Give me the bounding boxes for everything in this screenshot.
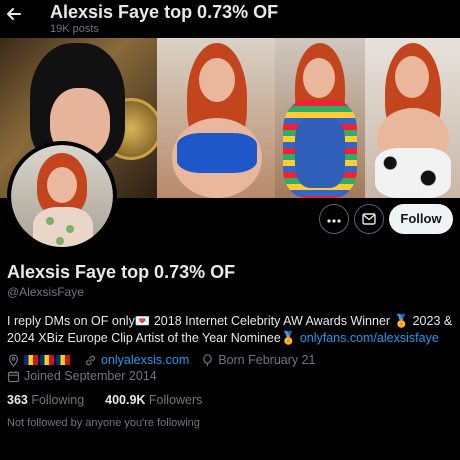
- calendar-icon: [7, 370, 20, 383]
- following-count: 363: [7, 393, 28, 407]
- followers-link[interactable]: 400.9K Followers: [105, 393, 202, 407]
- banner-photo-2: [157, 38, 275, 198]
- followers-label: Followers: [148, 393, 203, 407]
- followers-count: 400.9K: [105, 393, 146, 407]
- follow-stats: 363 Following 400.9K Followers: [7, 393, 202, 407]
- more-icon: [327, 210, 341, 227]
- link-icon: [84, 354, 97, 367]
- birthday-text: Born February 21: [218, 353, 316, 367]
- balloon-icon: [201, 353, 214, 367]
- location-pin-icon: [7, 353, 20, 367]
- joined-date: Joined September 2014: [24, 369, 157, 383]
- back-arrow-icon[interactable]: [2, 4, 26, 28]
- top-bar: Alexsis Faye top 0.73% OF 19K posts: [0, 0, 460, 38]
- location-flags: [24, 355, 72, 365]
- banner-photo-3: [275, 38, 365, 198]
- profile-avatar[interactable]: [7, 141, 117, 251]
- bio-onlyfans-link[interactable]: onlyfans.com/alexsisfaye: [300, 331, 439, 345]
- profile-display-name: Alexsis Faye top 0.73% OF: [7, 262, 236, 282]
- page-title: Alexsis Faye top 0.73% OF: [50, 2, 279, 22]
- profile-handle: @AlexsisFaye: [7, 285, 84, 299]
- following-label: Following: [31, 393, 85, 407]
- envelope-icon: [362, 210, 376, 227]
- website-link[interactable]: onlyalexsis.com: [101, 353, 189, 367]
- post-count: 19K posts: [50, 23, 99, 35]
- follow-button[interactable]: Follow: [389, 204, 453, 234]
- not-followed-notice: Not followed by anyone you're following: [7, 417, 200, 429]
- message-button[interactable]: [354, 204, 384, 234]
- banner-photo-4: [365, 38, 460, 198]
- profile-meta-row-2: Joined September 2014: [7, 369, 157, 383]
- profile-meta-row-1: onlyalexsis.com Born February 21: [7, 353, 316, 367]
- profile-bio: I reply DMs on OF only💌 2018 Internet Ce…: [7, 313, 455, 347]
- following-link[interactable]: 363 Following: [7, 393, 84, 407]
- more-options-button[interactable]: [319, 204, 349, 234]
